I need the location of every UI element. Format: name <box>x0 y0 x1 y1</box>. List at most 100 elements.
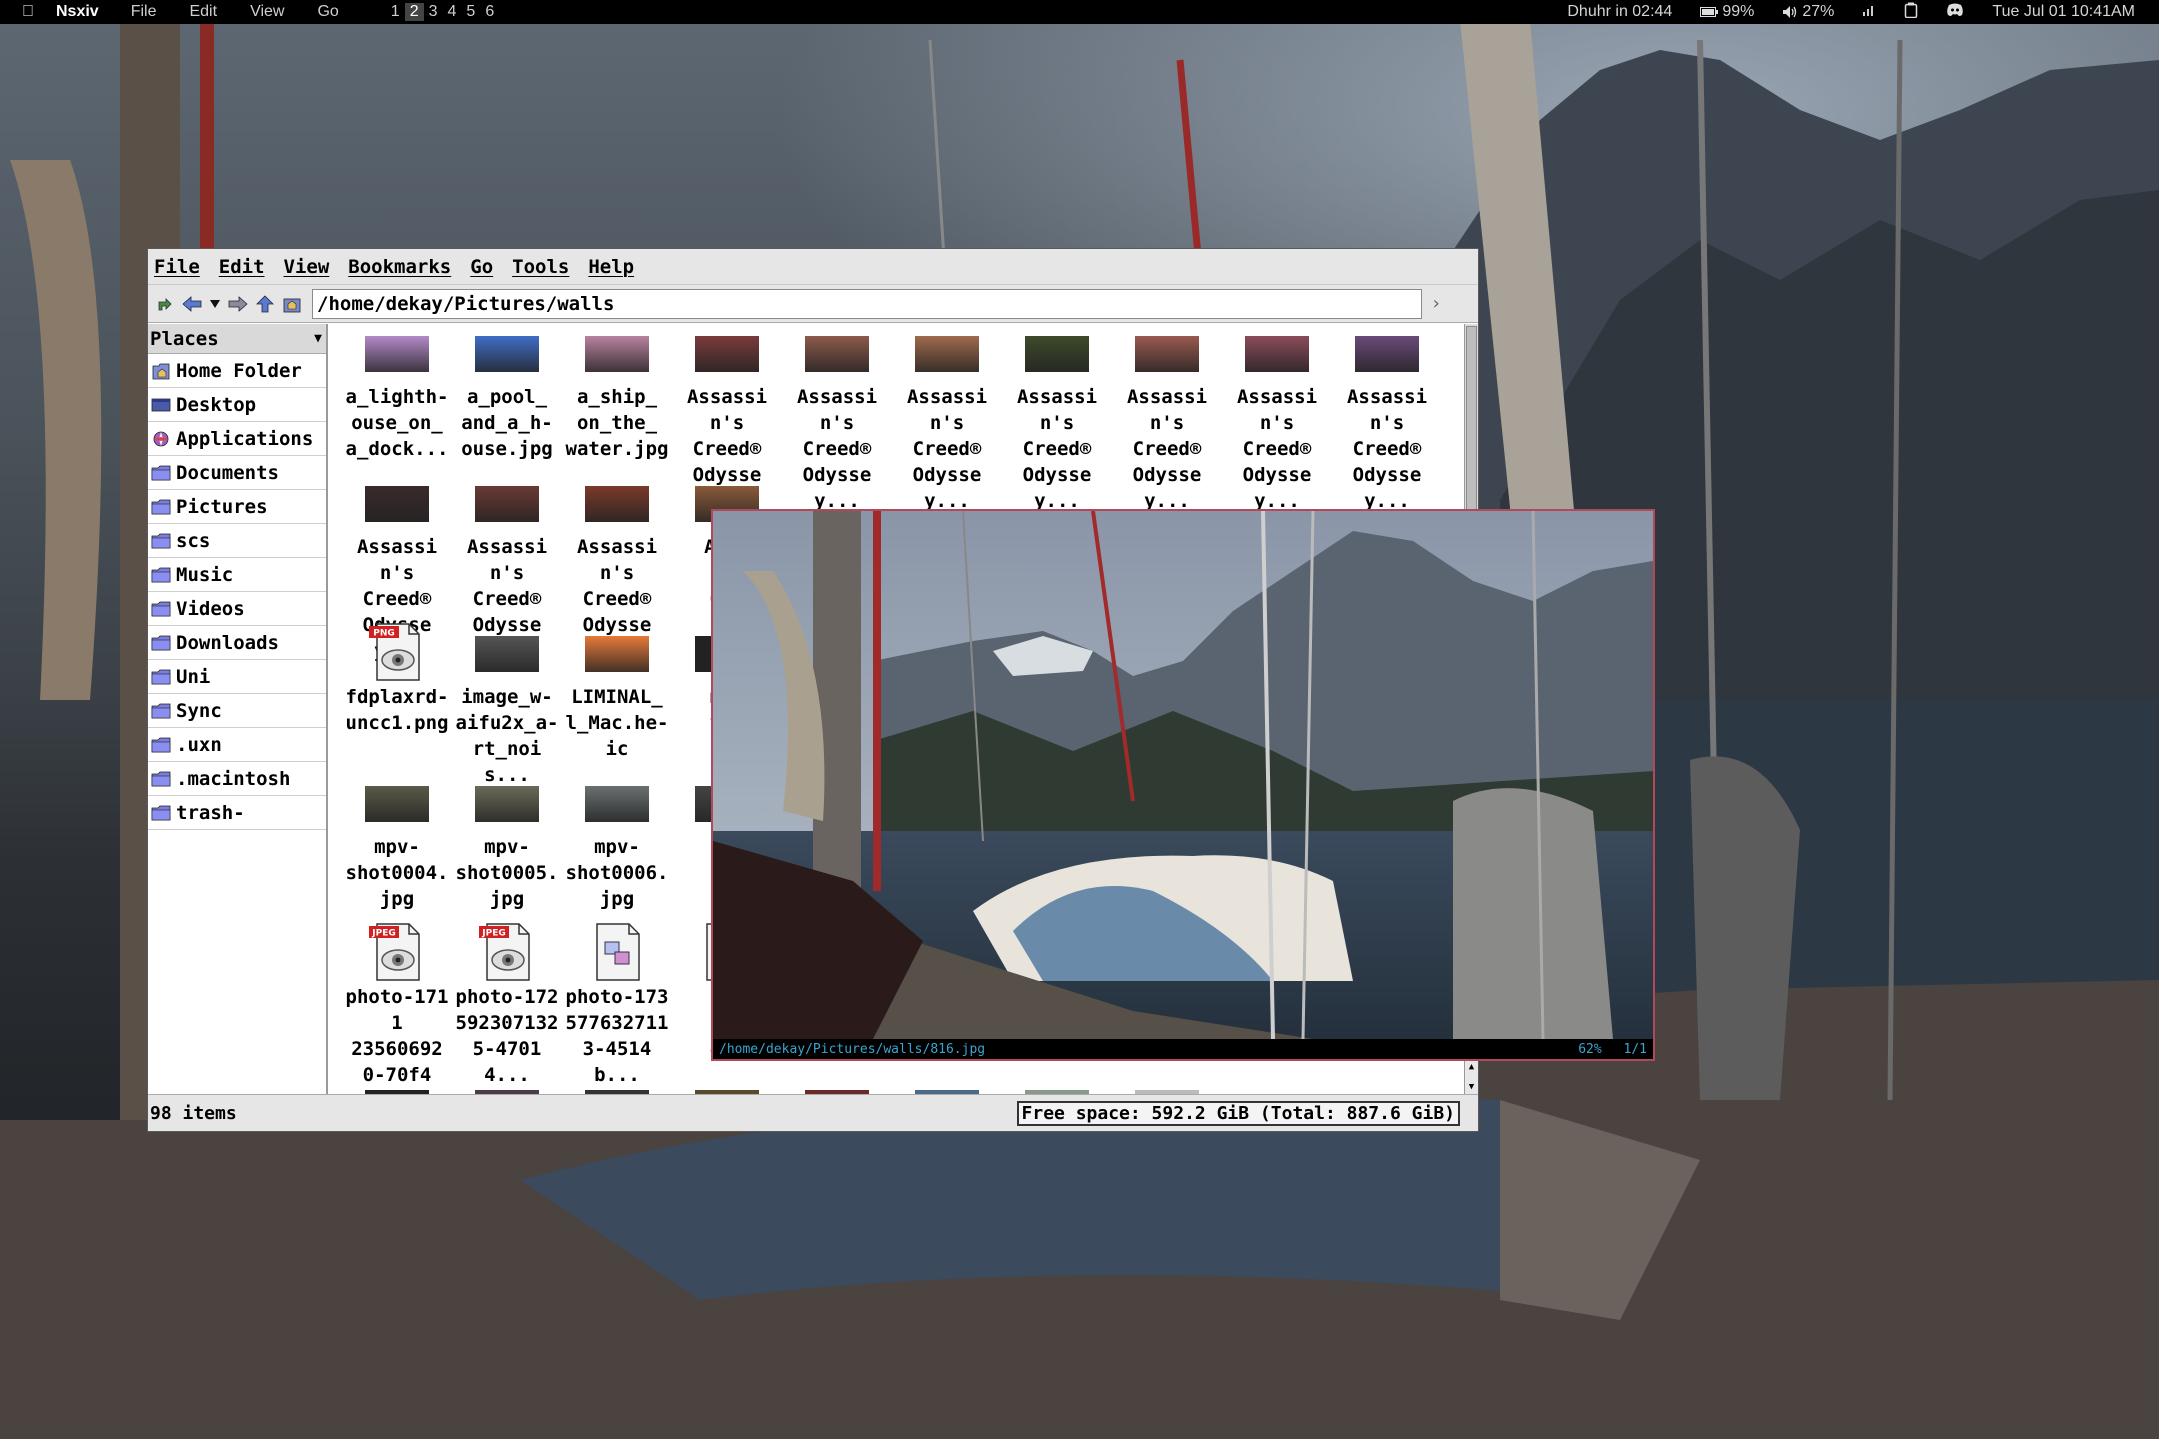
sidebar-item-trash[interactable]: trash- <box>148 796 326 830</box>
file-name: a_pool_ and_a_h- ouse.jpg <box>461 386 553 460</box>
clock[interactable]: Tue Jul 01 10:41AM <box>1992 3 2135 21</box>
file-item[interactable]: Assassin's Creed® Odyssey... <box>892 330 1002 514</box>
file-item[interactable]: mpv- shot0004. jpg <box>342 780 452 912</box>
workspace-4[interactable]: 4 <box>443 3 462 21</box>
workspace-1[interactable]: 1 <box>386 3 405 21</box>
png-file-icon: PNG <box>342 623 452 681</box>
file-item[interactable]: photo-173 577632711 3-4514b... <box>562 923 672 1088</box>
workspace-6[interactable]: 6 <box>480 3 499 21</box>
sidebar-item-sync[interactable]: Sync <box>148 694 326 728</box>
workspace-3[interactable]: 3 <box>424 3 443 21</box>
sidebar-item-home-folder[interactable]: Home Folder <box>148 354 326 388</box>
prayer-time[interactable]: Dhuhr in 02:44 <box>1567 3 1672 21</box>
file-item[interactable]: LIMINAL_ l_Mac.he- ic <box>562 630 672 762</box>
sidebar-item-macintosh[interactable]: .macintosh <box>148 762 326 796</box>
file-item[interactable]: a_lighth- ouse_on_ a_dock... <box>342 330 452 462</box>
image-viewer-window[interactable]: /home/dekay/Pictures/walls/816.jpg 62% 1… <box>711 509 1655 1061</box>
sidebar-item-label: Documents <box>176 461 279 484</box>
desktop-icon <box>150 395 172 415</box>
fm-menu-go[interactable]: Go <box>470 256 493 278</box>
sidebar-item-videos[interactable]: Videos <box>148 592 326 626</box>
new-tab-button[interactable] <box>154 292 176 316</box>
signal-status[interactable] <box>1862 3 1876 21</box>
file-item[interactable]: PNG fdplaxrd- uncc1.png <box>342 623 452 736</box>
image-thumbnail <box>892 330 1002 372</box>
file-item[interactable]: Assassin's Creed® Odyssey... <box>1332 330 1442 514</box>
places-header[interactable]: Places ▼ <box>148 324 326 354</box>
jpeg-file-icon: JPEG <box>342 923 452 981</box>
history-dropdown-button[interactable] <box>208 292 222 316</box>
file-name: mpv- shot0004. jpg <box>345 836 449 910</box>
file-name: Assassin's Creed® Odyssey... <box>1236 386 1318 512</box>
sidebar-item-documents[interactable]: Documents <box>148 456 326 490</box>
file-item[interactable]: Assassin's Creed® Odyssey... <box>1112 330 1222 514</box>
active-app-name[interactable]: Nsxiv <box>56 3 99 21</box>
workspace-2[interactable]: 2 <box>404 3 424 21</box>
file-item[interactable]: Assassin's Creed® Odyssey... <box>1222 330 1332 514</box>
sidebar-item-pictures[interactable]: Pictures <box>148 490 326 524</box>
go-button[interactable]: › <box>1424 293 1448 314</box>
battery-icon <box>1700 6 1719 17</box>
sailboat-photo <box>713 511 1653 1039</box>
menubar-edit[interactable]: Edit <box>189 3 217 21</box>
file-item[interactable]: mpv- shot0006. jpg <box>562 780 672 912</box>
generic-file-icon <box>562 923 672 981</box>
places-sidebar: Places ▼ Home Folder Desktop Applications D… <box>148 324 328 1096</box>
discord-status[interactable] <box>1946 3 1964 22</box>
file-item[interactable]: JPEG photo-172 592307132 5-47014... <box>452 923 562 1088</box>
image-thumbnail <box>1002 330 1112 372</box>
scrollbar-arrows[interactable]: ▲ ▼ <box>1465 1056 1478 1096</box>
sidebar-item-desktop[interactable]: Desktop <box>148 388 326 422</box>
sidebar-item-music[interactable]: Music <box>148 558 326 592</box>
file-item[interactable]: JPEG photo-1711 23560692 0-70f4b... <box>342 923 452 1096</box>
menubar-view[interactable]: View <box>250 3 284 21</box>
workspace-5[interactable]: 5 <box>461 3 480 21</box>
image-thumbnail <box>672 330 782 372</box>
volume-status[interactable]: 27% <box>1782 3 1834 21</box>
file-name: image_w- aifu2x_a- rt_nois... <box>455 686 559 786</box>
path-bar[interactable]: /home/dekay/Pictures/walls <box>312 288 1422 319</box>
fm-menu-view[interactable]: View <box>284 256 330 278</box>
file-manager-statusbar: 98 items Free space: 592.2 GiB (Total: 8… <box>148 1094 1478 1131</box>
chevron-right-icon: › <box>1430 293 1442 314</box>
up-folder-button[interactable] <box>254 292 276 316</box>
file-item[interactable]: Assassin's Creed® Odyssey... <box>782 330 892 514</box>
file-item[interactable]: image_w- aifu2x_a- rt_nois... <box>452 630 562 788</box>
fm-menu-help[interactable]: Help <box>588 256 634 278</box>
sidebar-item-downloads[interactable]: Downloads <box>148 626 326 660</box>
file-item[interactable]: mpv- shot0005. jpg <box>452 780 562 912</box>
image-viewer-statusbar: /home/dekay/Pictures/walls/816.jpg 62% 1… <box>713 1039 1653 1059</box>
battery-status[interactable]: 99% <box>1700 3 1754 21</box>
fm-menu-bookmarks[interactable]: Bookmarks <box>348 256 451 278</box>
forward-button[interactable] <box>227 292 249 316</box>
fm-menu-tools[interactable]: Tools <box>512 256 569 278</box>
sidebar-item-label: Pictures <box>176 495 268 518</box>
sidebar-item-scs[interactable]: scs <box>148 524 326 558</box>
back-arrow-icon <box>182 295 202 312</box>
sidebar-item-uni[interactable]: Uni <box>148 660 326 694</box>
folder-icon <box>150 497 172 517</box>
back-button[interactable] <box>181 292 203 316</box>
file-item[interactable]: a_pool_ and_a_h- ouse.jpg <box>452 330 562 462</box>
clipboard-status[interactable] <box>1904 2 1918 23</box>
battery-percent: 99% <box>1722 3 1755 20</box>
file-item[interactable]: Assassin's Creed® Odyssey... <box>1002 330 1112 514</box>
menubar-go[interactable]: Go <box>317 3 338 21</box>
sidebar-item-uxn[interactable]: .uxn <box>148 728 326 762</box>
home-button[interactable] <box>281 292 303 316</box>
menubar-file[interactable]: File <box>131 3 157 21</box>
image-thumbnail <box>342 780 452 822</box>
sidebar-splitter[interactable] <box>328 324 336 1096</box>
speaker-icon <box>1783 5 1797 18</box>
apple-icon[interactable]:  <box>0 3 56 21</box>
clipboard-icon <box>1905 2 1918 18</box>
fm-menu-edit[interactable]: Edit <box>219 256 265 278</box>
sidebar-item-applications[interactable]: Applications <box>148 422 326 456</box>
image-thumbnail <box>1112 330 1222 372</box>
fm-menu-file[interactable]: File <box>154 256 200 278</box>
folder-icon <box>150 565 172 585</box>
file-name: photo-172 592307132 5-47014... <box>455 986 559 1086</box>
item-count: 98 items <box>150 1102 237 1124</box>
file-item[interactable]: a_ship_ on_the_ water.jpg <box>562 330 672 462</box>
applications-icon <box>150 429 172 449</box>
